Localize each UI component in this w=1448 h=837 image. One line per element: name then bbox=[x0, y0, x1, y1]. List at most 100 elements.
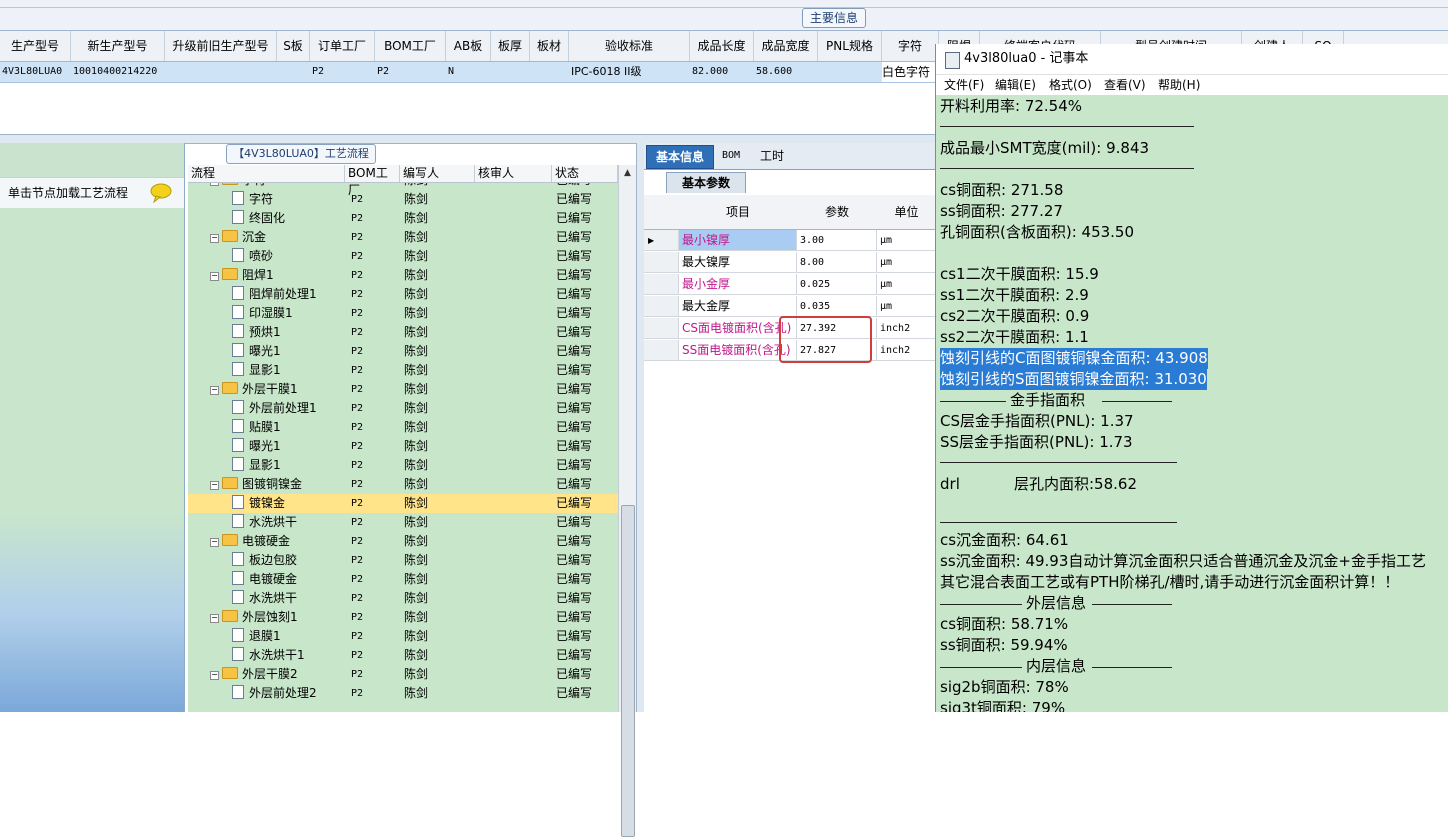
collapse-icon[interactable]: − bbox=[210, 386, 219, 395]
col-header-thickness[interactable]: 板厚 bbox=[491, 31, 530, 61]
collapse-icon[interactable]: − bbox=[210, 234, 219, 243]
collapse-icon[interactable]: − bbox=[210, 614, 219, 623]
text-line: 金手指面积 bbox=[1010, 391, 1086, 409]
tree-row[interactable]: 终固化 P2 陈剑 已编写 bbox=[188, 209, 618, 228]
scroll-thumb[interactable] bbox=[621, 505, 635, 837]
tree-row-name: − 沉金 bbox=[210, 229, 266, 246]
tree-col-bom-factory[interactable]: BOM工厂 bbox=[345, 165, 400, 197]
menu-format[interactable]: 格式(O) bbox=[1049, 75, 1092, 95]
col-header-ab-board[interactable]: AB板 bbox=[446, 31, 491, 61]
tree-col-flow[interactable]: 流程 bbox=[188, 165, 345, 182]
param-unit: μm bbox=[877, 296, 936, 317]
tree-col-status[interactable]: 状态 bbox=[552, 165, 618, 182]
tree-row[interactable]: 显影1 P2 陈剑 已编写 bbox=[188, 456, 618, 475]
tree-scrollbar[interactable]: ▲ bbox=[618, 165, 636, 837]
row-indicator bbox=[644, 296, 679, 317]
notepad-text-area[interactable]: 开料利用率: 72.54% 成品最小SMT宽度(mil): 9.843 cs铜面… bbox=[940, 96, 1448, 712]
menu-help[interactable]: 帮助(H) bbox=[1158, 75, 1200, 95]
col-header-pnl[interactable]: PNL规格 bbox=[818, 31, 882, 61]
text-line: cs2二次干膜面积: 0.9 bbox=[940, 307, 1090, 325]
tree-row[interactable]: 板边包胶 P2 陈剑 已编写 bbox=[188, 551, 618, 570]
col-header-character[interactable]: 字符 bbox=[882, 31, 939, 61]
tab-basic-info[interactable]: 基本信息 bbox=[646, 145, 714, 169]
col-header-acceptance[interactable]: 验收标准 bbox=[569, 31, 690, 61]
cell-order-factory: P2 bbox=[312, 66, 325, 77]
tree-row[interactable]: 阻焊前处理1 P2 陈剑 已编写 bbox=[188, 285, 618, 304]
tree-row[interactable]: 外层前处理1 P2 陈剑 已编写 bbox=[188, 399, 618, 418]
text-line: cs铜面积: 271.58 bbox=[940, 181, 1064, 199]
col-header-production-model[interactable]: 生产型号 bbox=[0, 31, 71, 61]
param-value[interactable]: 0.025 bbox=[797, 274, 877, 295]
folder-icon bbox=[222, 667, 238, 679]
tree-row[interactable]: 曝光1 P2 陈剑 已编写 bbox=[188, 437, 618, 456]
tree-row[interactable]: − 外层干膜1 P2 陈剑 已编写 bbox=[188, 380, 618, 399]
notepad-titlebar[interactable]: 4v3l80lua0 - 记事本 bbox=[936, 44, 1448, 75]
tree-row[interactable]: − 图镀铜镍金 P2 陈剑 已编写 bbox=[188, 475, 618, 494]
tree-row[interactable]: 喷砂 P2 陈剑 已编写 bbox=[188, 247, 618, 266]
grid-col-item[interactable]: 项目 bbox=[679, 195, 798, 230]
tab-bom[interactable]: BOM bbox=[714, 145, 748, 167]
col-header-new-model[interactable]: 新生产型号 bbox=[71, 31, 165, 61]
tree-row[interactable]: − 外层蚀刻1 P2 陈剑 已编写 bbox=[188, 608, 618, 627]
col-header-width[interactable]: 成品宽度 bbox=[754, 31, 818, 61]
tree-row-status: 已编写 bbox=[556, 496, 593, 510]
main-grid-row[interactable]: 4V3L80LUA0 10010400214220 P2 P2 N IPC-60… bbox=[0, 62, 935, 83]
tree-row[interactable]: 电镀硬金 P2 陈剑 已编写 bbox=[188, 570, 618, 589]
tree-row[interactable]: 退膜1 P2 陈剑 已编写 bbox=[188, 627, 618, 646]
param-value[interactable]: 0.035 bbox=[797, 296, 877, 317]
tree-row[interactable]: − 电镀硬金 P2 陈剑 已编写 bbox=[188, 532, 618, 551]
tree-col-reviewer[interactable]: 核审人 bbox=[475, 165, 552, 182]
param-row[interactable]: ▶ 最小镍厚 3.00 μm bbox=[644, 230, 936, 252]
param-value[interactable]: 8.00 bbox=[797, 252, 877, 273]
tree-row[interactable]: 印湿膜1 P2 陈剑 已编写 bbox=[188, 304, 618, 323]
tree-row[interactable]: 曝光1 P2 陈剑 已编写 bbox=[188, 342, 618, 361]
col-header-old-model[interactable]: 升级前旧生产型号 bbox=[165, 31, 277, 61]
grid-col-param[interactable]: 参数 bbox=[797, 195, 878, 230]
cell-acceptance: IPC-6018 II级 bbox=[571, 65, 642, 78]
scroll-up-icon[interactable]: ▲ bbox=[619, 165, 636, 182]
param-row[interactable]: 最小金厚 0.025 μm bbox=[644, 274, 936, 296]
tree-row[interactable]: 水洗烘干 P2 陈剑 已编写 bbox=[188, 513, 618, 532]
tree-row-writer: 陈剑 bbox=[404, 458, 429, 472]
tree-row[interactable]: 预烘1 P2 陈剑 已编写 bbox=[188, 323, 618, 342]
param-row[interactable]: 最大镍厚 8.00 μm bbox=[644, 252, 936, 274]
tree-row[interactable]: − 外层干膜2 P2 陈剑 已编写 bbox=[188, 665, 618, 684]
tree-row-writer: 陈剑 bbox=[404, 344, 429, 358]
param-value[interactable]: 3.00 bbox=[797, 230, 877, 251]
menu-edit[interactable]: 编辑(E) bbox=[995, 75, 1036, 95]
collapse-icon[interactable]: − bbox=[210, 272, 219, 281]
collapse-icon[interactable]: − bbox=[210, 538, 219, 547]
tree-row[interactable]: 显影1 P2 陈剑 已编写 bbox=[188, 361, 618, 380]
col-header-length[interactable]: 成品长度 bbox=[690, 31, 754, 61]
tree-row-bom: P2 bbox=[351, 479, 364, 490]
tree-row[interactable]: 字符 P2 陈剑 已编写 bbox=[188, 190, 618, 209]
tree-node-label: 显影1 bbox=[249, 458, 281, 472]
main-info-tab[interactable]: 主要信息 bbox=[802, 8, 866, 28]
tab-basic-params[interactable]: 基本参数 bbox=[666, 172, 746, 193]
col-header-order-factory[interactable]: 订单工厂 bbox=[310, 31, 375, 61]
menu-file[interactable]: 文件(F) bbox=[944, 75, 984, 95]
tree-row[interactable]: − 沉金 P2 陈剑 已编写 bbox=[188, 228, 618, 247]
tree-row[interactable]: 外层前处理2 P2 陈剑 已编写 bbox=[188, 684, 618, 703]
tree-node-label: 喷砂 bbox=[249, 249, 274, 263]
tree-row[interactable]: 贴膜1 P2 陈剑 已编写 bbox=[188, 418, 618, 437]
grid-col-unit[interactable]: 单位 bbox=[877, 195, 937, 230]
collapse-icon[interactable]: − bbox=[210, 481, 219, 490]
col-header-s-board[interactable]: S板 bbox=[277, 31, 310, 61]
tree-row[interactable]: − 阻焊1 P2 陈剑 已编写 bbox=[188, 266, 618, 285]
collapse-icon[interactable]: − bbox=[210, 671, 219, 680]
tree-row-status: 已编写 bbox=[556, 325, 593, 339]
tree-row-bom: P2 bbox=[351, 384, 364, 395]
tree-row[interactable]: 水洗烘干1 P2 陈剑 已编写 bbox=[188, 646, 618, 665]
tree-row[interactable]: 镀镍金 P2 陈剑 已编写 bbox=[188, 494, 618, 513]
col-header-material[interactable]: 板材 bbox=[530, 31, 569, 61]
tree-row-status: 已编写 bbox=[556, 268, 593, 282]
col-header-bom-factory[interactable]: BOM工厂 bbox=[375, 31, 446, 61]
tree-row[interactable]: 水洗烘干 P2 陈剑 已编写 bbox=[188, 589, 618, 608]
menu-view[interactable]: 查看(V) bbox=[1104, 75, 1146, 95]
tree-col-writer[interactable]: 编写人 bbox=[400, 165, 475, 182]
tab-work-hours[interactable]: 工时 bbox=[752, 145, 792, 167]
param-row[interactable]: 最大金厚 0.035 μm bbox=[644, 296, 936, 318]
tree-node-label: 水洗烘干1 bbox=[249, 648, 305, 662]
load-process-node[interactable]: 单击节点加载工艺流程 bbox=[0, 177, 184, 209]
